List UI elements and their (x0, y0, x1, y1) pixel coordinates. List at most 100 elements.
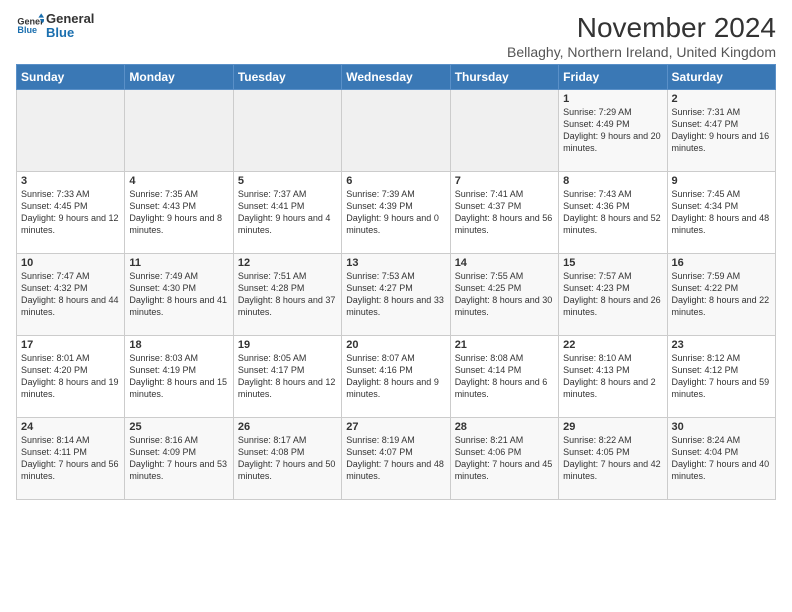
day-info: Sunrise: 8:03 AM Sunset: 4:19 PM Dayligh… (129, 352, 228, 401)
day-info: Sunrise: 7:45 AM Sunset: 4:34 PM Dayligh… (672, 188, 771, 237)
day-info: Sunrise: 7:47 AM Sunset: 4:32 PM Dayligh… (21, 270, 120, 319)
calendar-cell: 28Sunrise: 8:21 AM Sunset: 4:06 PM Dayli… (450, 418, 558, 500)
calendar-row: 17Sunrise: 8:01 AM Sunset: 4:20 PM Dayli… (17, 336, 776, 418)
day-info: Sunrise: 8:05 AM Sunset: 4:17 PM Dayligh… (238, 352, 337, 401)
day-number: 16 (672, 257, 771, 269)
day-number: 11 (129, 257, 228, 269)
calendar-row: 10Sunrise: 7:47 AM Sunset: 4:32 PM Dayli… (17, 254, 776, 336)
day-info: Sunrise: 7:37 AM Sunset: 4:41 PM Dayligh… (238, 188, 337, 237)
calendar-cell: 10Sunrise: 7:47 AM Sunset: 4:32 PM Dayli… (17, 254, 125, 336)
day-number: 9 (672, 175, 771, 187)
day-info: Sunrise: 8:14 AM Sunset: 4:11 PM Dayligh… (21, 434, 120, 483)
day-number: 17 (21, 339, 120, 351)
day-info: Sunrise: 7:43 AM Sunset: 4:36 PM Dayligh… (563, 188, 662, 237)
calendar-cell: 17Sunrise: 8:01 AM Sunset: 4:20 PM Dayli… (17, 336, 125, 418)
logo-line1: General (46, 12, 94, 26)
day-number: 20 (346, 339, 445, 351)
calendar-cell: 22Sunrise: 8:10 AM Sunset: 4:13 PM Dayli… (559, 336, 667, 418)
day-number: 30 (672, 421, 771, 433)
day-info: Sunrise: 8:10 AM Sunset: 4:13 PM Dayligh… (563, 352, 662, 401)
column-header-saturday: Saturday (667, 65, 775, 90)
day-number: 14 (455, 257, 554, 269)
calendar-cell: 13Sunrise: 7:53 AM Sunset: 4:27 PM Dayli… (342, 254, 450, 336)
day-info: Sunrise: 7:57 AM Sunset: 4:23 PM Dayligh… (563, 270, 662, 319)
day-info: Sunrise: 7:39 AM Sunset: 4:39 PM Dayligh… (346, 188, 445, 237)
logo: General Blue General Blue (16, 12, 94, 41)
day-info: Sunrise: 8:24 AM Sunset: 4:04 PM Dayligh… (672, 434, 771, 483)
day-number: 2 (672, 93, 771, 105)
calendar-cell: 14Sunrise: 7:55 AM Sunset: 4:25 PM Dayli… (450, 254, 558, 336)
calendar-row: 3Sunrise: 7:33 AM Sunset: 4:45 PM Daylig… (17, 172, 776, 254)
column-header-sunday: Sunday (17, 65, 125, 90)
calendar-cell: 8Sunrise: 7:43 AM Sunset: 4:36 PM Daylig… (559, 172, 667, 254)
day-number: 18 (129, 339, 228, 351)
calendar-cell (450, 90, 558, 172)
day-info: Sunrise: 8:17 AM Sunset: 4:08 PM Dayligh… (238, 434, 337, 483)
day-info: Sunrise: 7:29 AM Sunset: 4:49 PM Dayligh… (563, 106, 662, 155)
day-number: 25 (129, 421, 228, 433)
calendar-cell: 7Sunrise: 7:41 AM Sunset: 4:37 PM Daylig… (450, 172, 558, 254)
day-info: Sunrise: 7:53 AM Sunset: 4:27 PM Dayligh… (346, 270, 445, 319)
day-number: 27 (346, 421, 445, 433)
calendar-cell: 3Sunrise: 7:33 AM Sunset: 4:45 PM Daylig… (17, 172, 125, 254)
calendar-page: General Blue General Blue November 2024 … (0, 0, 792, 508)
column-header-thursday: Thursday (450, 65, 558, 90)
day-number: 3 (21, 175, 120, 187)
day-info: Sunrise: 8:16 AM Sunset: 4:09 PM Dayligh… (129, 434, 228, 483)
calendar-cell: 26Sunrise: 8:17 AM Sunset: 4:08 PM Dayli… (233, 418, 341, 500)
calendar-cell: 25Sunrise: 8:16 AM Sunset: 4:09 PM Dayli… (125, 418, 233, 500)
calendar-cell: 2Sunrise: 7:31 AM Sunset: 4:47 PM Daylig… (667, 90, 775, 172)
day-number: 26 (238, 421, 337, 433)
day-number: 1 (563, 93, 662, 105)
calendar-cell: 29Sunrise: 8:22 AM Sunset: 4:05 PM Dayli… (559, 418, 667, 500)
calendar-cell: 19Sunrise: 8:05 AM Sunset: 4:17 PM Dayli… (233, 336, 341, 418)
day-number: 23 (672, 339, 771, 351)
calendar-cell: 24Sunrise: 8:14 AM Sunset: 4:11 PM Dayli… (17, 418, 125, 500)
day-info: Sunrise: 7:31 AM Sunset: 4:47 PM Dayligh… (672, 106, 771, 155)
calendar-cell: 4Sunrise: 7:35 AM Sunset: 4:43 PM Daylig… (125, 172, 233, 254)
calendar-cell (125, 90, 233, 172)
calendar-cell: 21Sunrise: 8:08 AM Sunset: 4:14 PM Dayli… (450, 336, 558, 418)
day-number: 6 (346, 175, 445, 187)
day-info: Sunrise: 7:41 AM Sunset: 4:37 PM Dayligh… (455, 188, 554, 237)
calendar-cell: 9Sunrise: 7:45 AM Sunset: 4:34 PM Daylig… (667, 172, 775, 254)
day-number: 28 (455, 421, 554, 433)
day-info: Sunrise: 7:59 AM Sunset: 4:22 PM Dayligh… (672, 270, 771, 319)
day-number: 7 (455, 175, 554, 187)
day-info: Sunrise: 8:22 AM Sunset: 4:05 PM Dayligh… (563, 434, 662, 483)
column-header-monday: Monday (125, 65, 233, 90)
calendar-cell: 30Sunrise: 8:24 AM Sunset: 4:04 PM Dayli… (667, 418, 775, 500)
svg-text:Blue: Blue (17, 25, 37, 35)
header: General Blue General Blue November 2024 … (16, 12, 776, 60)
calendar-cell: 20Sunrise: 8:07 AM Sunset: 4:16 PM Dayli… (342, 336, 450, 418)
calendar-cell: 6Sunrise: 7:39 AM Sunset: 4:39 PM Daylig… (342, 172, 450, 254)
day-number: 29 (563, 421, 662, 433)
day-info: Sunrise: 7:49 AM Sunset: 4:30 PM Dayligh… (129, 270, 228, 319)
day-number: 19 (238, 339, 337, 351)
day-number: 24 (21, 421, 120, 433)
day-info: Sunrise: 7:51 AM Sunset: 4:28 PM Dayligh… (238, 270, 337, 319)
column-header-tuesday: Tuesday (233, 65, 341, 90)
day-info: Sunrise: 8:08 AM Sunset: 4:14 PM Dayligh… (455, 352, 554, 401)
day-number: 22 (563, 339, 662, 351)
day-info: Sunrise: 8:21 AM Sunset: 4:06 PM Dayligh… (455, 434, 554, 483)
logo-line2: Blue (46, 26, 94, 40)
month-title: November 2024 (507, 12, 776, 44)
calendar-cell: 12Sunrise: 7:51 AM Sunset: 4:28 PM Dayli… (233, 254, 341, 336)
calendar-cell: 27Sunrise: 8:19 AM Sunset: 4:07 PM Dayli… (342, 418, 450, 500)
location-subtitle: Bellaghy, Northern Ireland, United Kingd… (507, 44, 776, 60)
day-info: Sunrise: 8:12 AM Sunset: 4:12 PM Dayligh… (672, 352, 771, 401)
day-info: Sunrise: 8:01 AM Sunset: 4:20 PM Dayligh… (21, 352, 120, 401)
column-header-wednesday: Wednesday (342, 65, 450, 90)
calendar-cell: 5Sunrise: 7:37 AM Sunset: 4:41 PM Daylig… (233, 172, 341, 254)
calendar-table: SundayMondayTuesdayWednesdayThursdayFrid… (16, 64, 776, 500)
day-number: 10 (21, 257, 120, 269)
day-info: Sunrise: 8:19 AM Sunset: 4:07 PM Dayligh… (346, 434, 445, 483)
calendar-cell: 1Sunrise: 7:29 AM Sunset: 4:49 PM Daylig… (559, 90, 667, 172)
calendar-row: 24Sunrise: 8:14 AM Sunset: 4:11 PM Dayli… (17, 418, 776, 500)
day-info: Sunrise: 7:55 AM Sunset: 4:25 PM Dayligh… (455, 270, 554, 319)
day-number: 8 (563, 175, 662, 187)
day-number: 4 (129, 175, 228, 187)
calendar-cell (342, 90, 450, 172)
day-number: 5 (238, 175, 337, 187)
